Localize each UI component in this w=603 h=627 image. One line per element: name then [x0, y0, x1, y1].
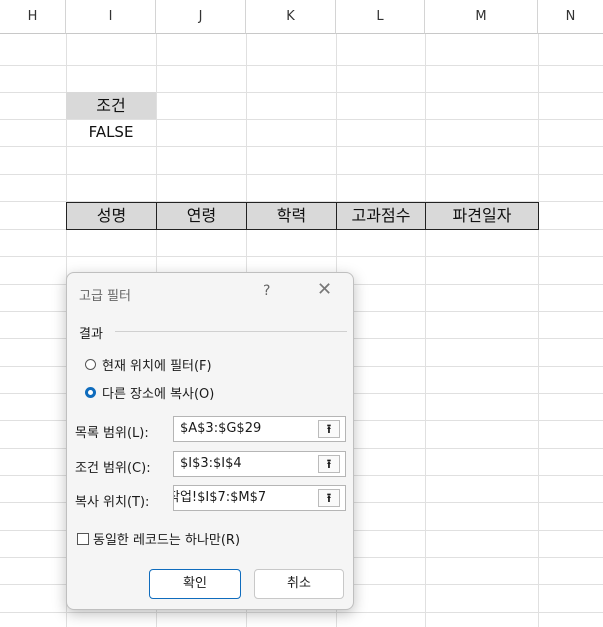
column-header-n[interactable]: N [538, 0, 603, 34]
radio-copy-to[interactable]: 다른 장소에 복사(O) [85, 383, 214, 402]
column-header-h[interactable]: H [0, 0, 66, 34]
unique-records-label: 동일한 레코드는 하나만(R) [93, 533, 241, 548]
collapse-dialog-icon[interactable]: ⭱ [318, 455, 340, 473]
list-range-value: $A$3:$G$29 [180, 421, 262, 436]
criteria-value-cell[interactable]: FALSE [66, 119, 156, 146]
collapse-dialog-icon[interactable]: ⭱ [318, 489, 340, 507]
collapse-dialog-icon[interactable]: ⭱ [318, 420, 340, 438]
cancel-button[interactable]: 취소 [254, 569, 344, 599]
result-group-label: 결과 [79, 327, 103, 342]
radio-selected-icon [85, 387, 96, 398]
output-header-dispatch-date[interactable]: 파견일자 [425, 202, 539, 230]
close-icon[interactable]: ✕ [317, 279, 332, 300]
advanced-filter-dialog: 고급 필터 ? ✕ 결과 현재 위치에 필터(F) 다른 장소에 복사(O) 목… [66, 272, 354, 610]
criteria-range-field[interactable]: $I$3:$I$4 ⭱ [173, 451, 346, 477]
column-header-m[interactable]: M [425, 0, 538, 34]
output-header-age[interactable]: 연령 [156, 202, 247, 230]
criteria-range-value: $I$3:$I$4 [180, 456, 242, 471]
dialog-title: 고급 필터 [79, 289, 131, 304]
output-header-education[interactable]: 학력 [246, 202, 337, 230]
copy-to-field[interactable]: 작업!$I$7:$M$7 ⭱ [173, 485, 346, 511]
copy-to-label: 복사 위치(T): [75, 495, 150, 510]
column-header-i[interactable]: I [66, 0, 156, 34]
radio-copy-to-label: 다른 장소에 복사(O) [102, 387, 215, 402]
output-header-score[interactable]: 고과점수 [336, 202, 426, 230]
unique-records-checkbox[interactable]: 동일한 레코드는 하나만(R) [77, 529, 240, 548]
copy-to-value: 작업!$I$7:$M$7 [173, 490, 267, 505]
radio-filter-in-place-label: 현재 위치에 필터(F) [102, 359, 212, 374]
column-header-l[interactable]: L [336, 0, 425, 34]
group-divider [115, 331, 347, 332]
output-header-name[interactable]: 성명 [66, 202, 157, 230]
radio-unselected-icon [85, 359, 96, 370]
list-range-field[interactable]: $A$3:$G$29 ⭱ [173, 416, 346, 442]
ok-button[interactable]: 확인 [149, 569, 241, 599]
list-range-label: 목록 범위(L): [75, 426, 149, 441]
column-header-k[interactable]: K [246, 0, 336, 34]
radio-filter-in-place[interactable]: 현재 위치에 필터(F) [85, 355, 212, 374]
checkbox-unchecked-icon [77, 532, 89, 545]
criteria-range-label: 조건 범위(C): [75, 461, 151, 476]
criteria-header-cell[interactable]: 조건 [66, 92, 156, 119]
help-icon[interactable]: ? [263, 283, 270, 299]
column-header-j[interactable]: J [156, 0, 246, 34]
